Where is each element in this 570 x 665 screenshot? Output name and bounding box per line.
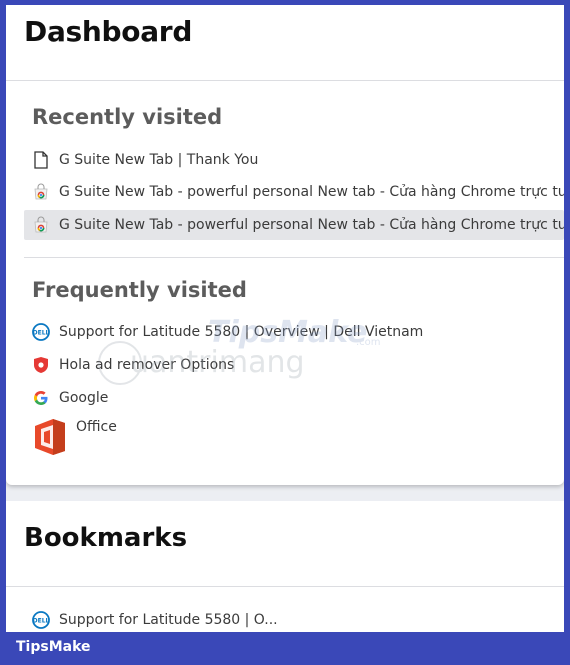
frequent-item[interactable]: DELL Support for Latitude 5580 | Overvie… [24, 317, 564, 347]
frequent-item-label: Google [59, 390, 109, 406]
svg-text:DELL: DELL [33, 618, 50, 625]
bookmark-item[interactable]: DELL Support for Latitude 5580 | O... [24, 605, 564, 632]
hola-shield-icon [32, 356, 50, 374]
chrome-store-icon [32, 216, 50, 234]
footer-bar: TipsMake [0, 632, 570, 665]
frequent-item[interactable]: Hola ad remover Options [24, 350, 564, 380]
footer-brand: TipsMake [16, 639, 91, 655]
document-icon [32, 151, 50, 169]
google-icon [32, 389, 50, 407]
recently-visited-heading: Recently visited [32, 105, 223, 129]
chrome-store-icon [32, 183, 50, 201]
frequently-visited-heading: Frequently visited [32, 278, 247, 302]
recent-item[interactable]: G Suite New Tab - powerful personal New … [24, 177, 564, 207]
frequent-item-label: Hola ad remover Options [59, 357, 235, 373]
divider [24, 257, 564, 258]
recent-item-label: G Suite New Tab - powerful personal New … [59, 217, 564, 233]
frequent-item-label: Support for Latitude 5580 | Overview | D… [59, 324, 424, 340]
dashboard-card: Dashboard Recently visited G Suite New T… [6, 5, 564, 485]
frequent-item[interactable]: Google [24, 383, 564, 413]
frequent-item[interactable]: Office [24, 417, 564, 461]
page-title: Dashboard [24, 15, 193, 48]
bookmarks-heading: Bookmarks [24, 523, 188, 553]
frequent-item-label: Office [76, 419, 117, 435]
office-icon [32, 417, 68, 457]
divider [6, 80, 564, 81]
recent-item-highlighted[interactable]: G Suite New Tab - powerful personal New … [24, 210, 564, 240]
bookmark-item-label: Support for Latitude 5580 | O... [59, 612, 278, 628]
bookmarks-card: Bookmarks DELL Support for Latitude 5580… [6, 501, 564, 632]
app-frame: Dashboard Recently visited G Suite New T… [6, 5, 564, 632]
svg-text:DELL: DELL [33, 330, 50, 337]
divider [6, 586, 564, 587]
recent-item-label: G Suite New Tab - powerful personal New … [59, 184, 564, 200]
dell-icon: DELL [32, 323, 50, 341]
dell-icon: DELL [32, 611, 50, 629]
recent-item[interactable]: G Suite New Tab | Thank You [24, 145, 564, 175]
recent-item-label: G Suite New Tab | Thank You [59, 152, 259, 168]
